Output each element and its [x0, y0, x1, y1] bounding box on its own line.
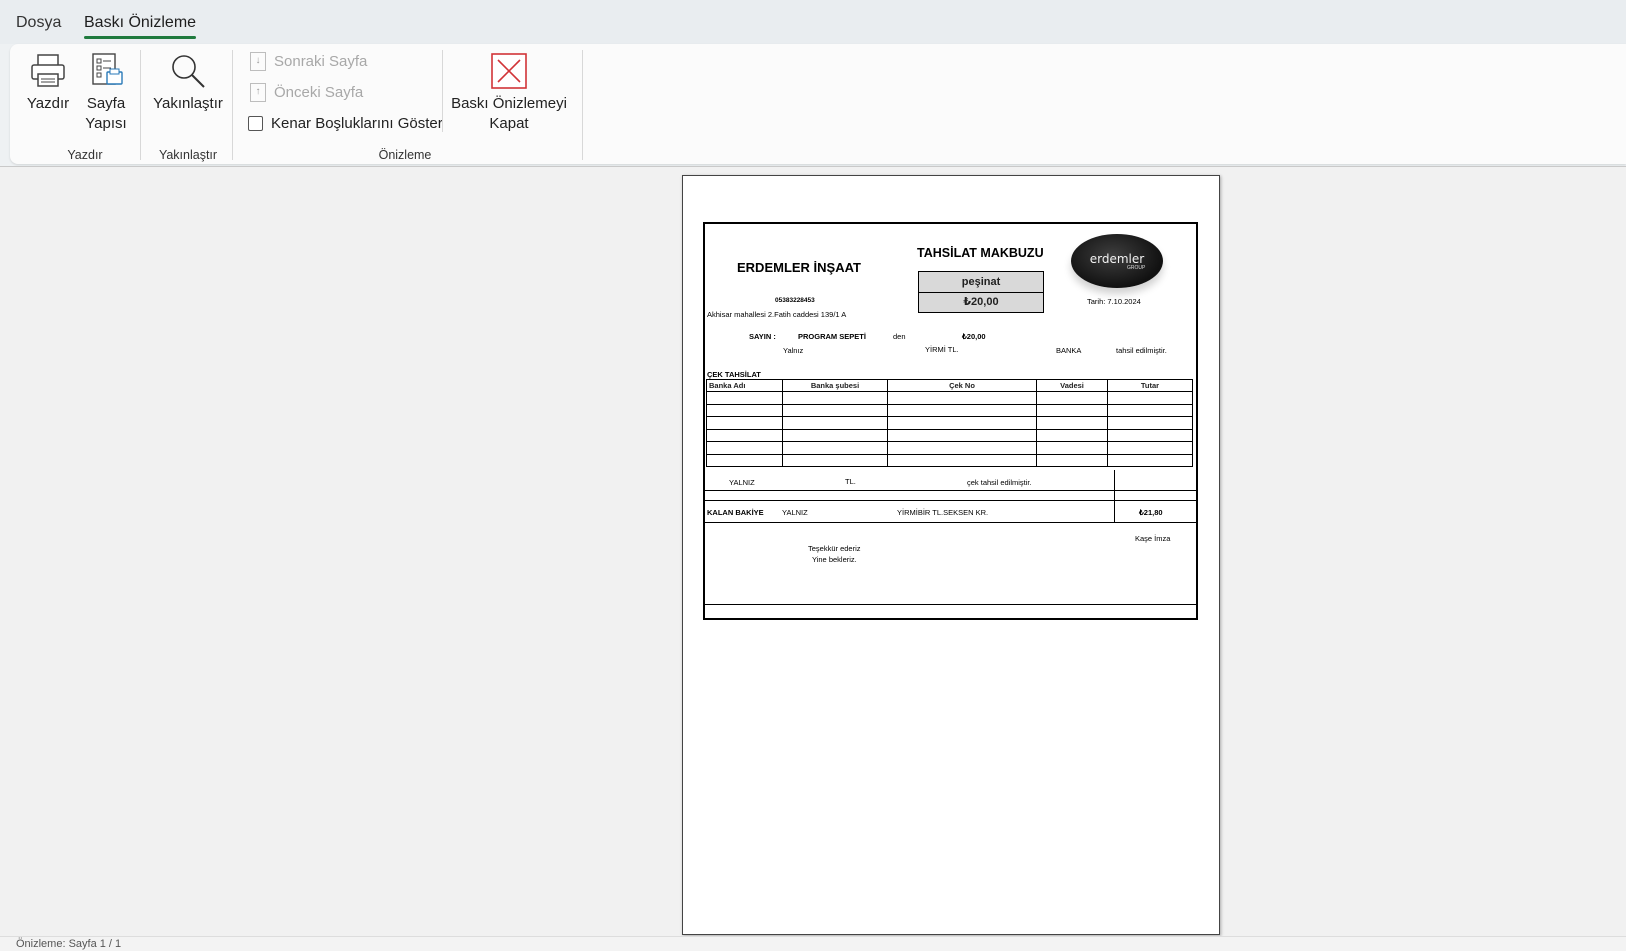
- group-separator: [140, 50, 141, 160]
- banka-label: BANKA: [1056, 346, 1082, 355]
- divider: [705, 490, 1196, 491]
- yalniz-label: Yalnız: [783, 346, 804, 355]
- remaining-amount: ₺21,80: [1139, 508, 1163, 517]
- column-header: Banka Adı: [706, 379, 783, 392]
- group-label-zoom: Yakınlaştır: [158, 148, 218, 162]
- page-setup-icon: [92, 53, 123, 85]
- remaining-words: YİRMİBİR TL.SEKSEN KR.: [897, 508, 989, 517]
- column-header: Vadesi: [1036, 379, 1108, 392]
- amount-cell: ₺20,00: [918, 292, 1044, 313]
- receipt-frame: ERDEMLER İNŞAAT TAHSİLAT MAKBUZU peşinat…: [703, 222, 1198, 620]
- stamp-signature-label: Kaşe İmza: [1135, 534, 1171, 543]
- close-preview-button[interactable]: Baskı Önizlemeyi Kapat: [450, 52, 568, 134]
- next-page-button[interactable]: ↓ Sonraki Sayfa: [250, 52, 367, 71]
- payment-type-cell: peşinat: [918, 271, 1044, 293]
- ribbon: Yazdır Sayfa Yapısı Yazdır Yakınlaştır Y…: [10, 44, 1626, 164]
- group-separator: [582, 50, 583, 160]
- group-separator: [442, 50, 443, 132]
- cek-section-title: ÇEK TAHSİLAT: [707, 370, 761, 379]
- status-text: Önizleme: Sayfa 1 / 1: [16, 938, 122, 950]
- company-address: Akhisar mahallesi 2.Fatih caddesi 139/1 …: [707, 310, 847, 319]
- tab-print-preview[interactable]: Baskı Önizleme: [84, 14, 197, 39]
- company-logo: erdemler GROUP: [1071, 234, 1163, 288]
- divider: [705, 522, 1196, 523]
- magnifier-icon: [172, 55, 205, 88]
- divider: [705, 500, 1196, 501]
- company-name: ERDEMLER İNŞAAT: [737, 260, 861, 275]
- again-text: Yine bekleriz.: [812, 555, 857, 564]
- table-header-row: Banka Adı Banka şubesi Çek No Vadesi Tut…: [706, 379, 1193, 392]
- table-row: [706, 391, 1193, 405]
- printer-icon: [31, 54, 65, 87]
- status-bar: Önizleme: Sayfa 1 / 1: [0, 936, 1626, 951]
- group-separator: [232, 50, 233, 160]
- table-row: [706, 416, 1193, 430]
- amount-small: ₺20,00: [962, 332, 986, 341]
- close-preview-label-2: Kapat: [489, 115, 529, 132]
- sayin-label: SAYIN :: [749, 332, 776, 341]
- cek-table: Banka Adı Banka şubesi Çek No Vadesi Tut…: [706, 379, 1193, 467]
- column-header: Banka şubesi: [782, 379, 888, 392]
- column-header: Çek No: [887, 379, 1037, 392]
- logo-subtext: GROUP: [1127, 265, 1146, 271]
- show-margins-label: Kenar Boşluklarını Göster: [271, 115, 443, 132]
- group-label-print: Yazdır: [67, 148, 103, 162]
- previous-page-label: Önceki Sayfa: [274, 84, 364, 101]
- arrow-up-icon: ↑: [250, 83, 266, 102]
- divider: [1114, 470, 1115, 523]
- collected-text: tahsil edilmiştir.: [1116, 346, 1167, 355]
- group-label-preview: Önizleme: [378, 148, 432, 162]
- print-preview-page: ERDEMLER İNŞAAT TAHSİLAT MAKBUZU peşinat…: [682, 175, 1220, 935]
- cek-yalniz: YALNIZ: [729, 478, 755, 487]
- arrow-down-icon: ↓: [250, 52, 266, 71]
- customer-name: PROGRAM SEPETİ: [798, 332, 866, 341]
- divider: [705, 604, 1196, 605]
- zoom-button[interactable]: Yakınlaştır: [152, 52, 224, 114]
- next-page-label: Sonraki Sayfa: [274, 53, 368, 70]
- show-margins-toggle[interactable]: Kenar Boşluklarını Göster: [248, 115, 443, 132]
- thanks-text: Teşekkür ederiz: [808, 544, 861, 553]
- previous-page-button[interactable]: ↑ Önceki Sayfa: [250, 83, 363, 102]
- den-label: den: [893, 332, 906, 341]
- receipt-title: TAHSİLAT MAKBUZU: [917, 246, 1044, 260]
- receipt-date: Tarih: 7.10.2024: [1087, 297, 1141, 306]
- table-row: [706, 403, 1193, 417]
- cek-tl: TL.: [845, 477, 856, 486]
- close-preview-icon: [491, 53, 527, 89]
- print-button[interactable]: Yazdır: [26, 52, 70, 114]
- remaining-balance-label: KALAN BAKİYE: [707, 508, 764, 517]
- page-setup-button[interactable]: Sayfa Yapısı: [82, 52, 130, 134]
- table-row: [706, 441, 1193, 455]
- show-margins-checkbox[interactable]: [248, 116, 263, 131]
- ribbon-tab-strip: Dosya Baskı Önizleme: [0, 0, 1626, 44]
- cek-collected: çek tahsil edilmiştir.: [967, 478, 1032, 487]
- column-header: Tutar: [1107, 379, 1193, 392]
- logo-text: erdemler: [1089, 252, 1145, 266]
- tab-file[interactable]: Dosya: [16, 14, 61, 32]
- company-phone: 05383228453: [775, 297, 815, 304]
- page-setup-label-2: Yapısı: [85, 115, 127, 132]
- close-preview-label-1: Baskı Önizlemeyi: [451, 95, 567, 112]
- zoom-label: Yakınlaştır: [153, 95, 223, 112]
- page-setup-label-1: Sayfa: [86, 95, 126, 112]
- table-row: [706, 428, 1193, 442]
- amount-words: YİRMİ TL.: [925, 345, 959, 354]
- print-label: Yazdır: [26, 95, 70, 112]
- remaining-yalniz: YALNIZ: [782, 508, 808, 517]
- table-row: [706, 453, 1193, 467]
